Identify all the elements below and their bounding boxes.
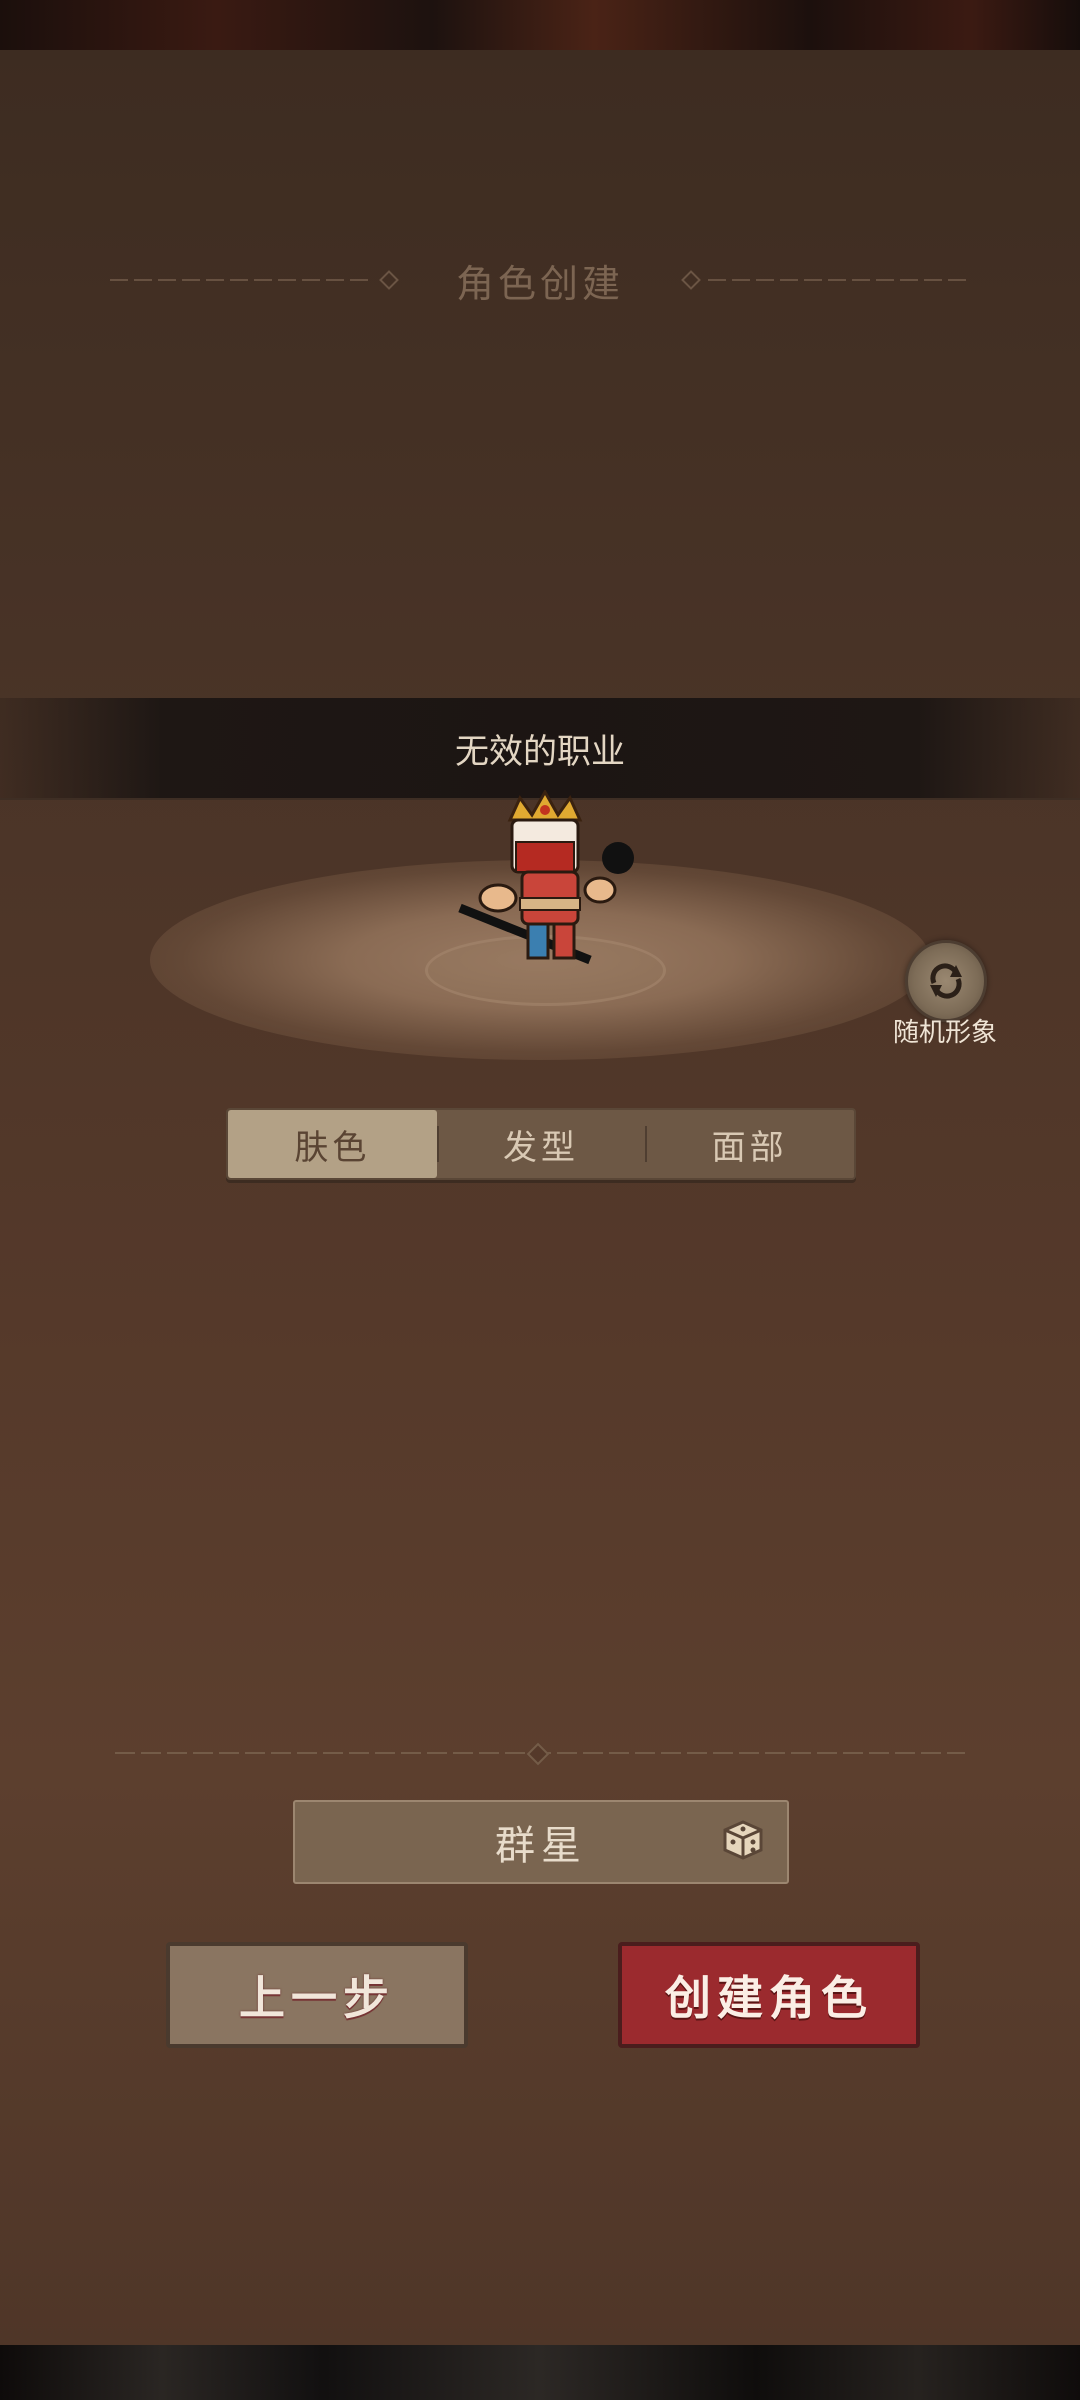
customization-tabs: 肤色 发型 面部 [226,1108,856,1180]
random-appearance-label: 随机形象 [892,1018,997,1048]
left-arm [478,883,518,913]
previous-step-button[interactable]: 上一步 [166,1942,468,2048]
title-row: 角色创建 [110,255,971,306]
title-line-right [708,279,971,281]
create-character-button[interactable]: 创建角色 [618,1942,920,2048]
tab-hairstyle[interactable]: 发型 [436,1110,646,1178]
belt [519,897,581,911]
name-value: 群星 [495,1823,587,1869]
crown-gem [540,805,550,815]
random-appearance-button[interactable] [905,940,987,1022]
face-mask [515,841,575,873]
right-leg [552,922,576,960]
name-field[interactable]: 群星 [293,1800,789,1884]
title-ornament-right [681,270,701,290]
title-ornament-left [379,270,399,290]
right-arm [583,876,617,904]
page-title: 角色创建 [456,261,625,306]
refresh-icon [930,963,962,999]
hair-bun [602,842,634,874]
tab-skin-color[interactable]: 肤色 [228,1110,437,1178]
class-name: 无效的职业 [455,731,625,772]
left-leg [526,922,550,960]
class-name-bar: 无效的职业 [0,698,1080,800]
top-background-strip [0,0,1080,50]
title-line-left [110,279,372,281]
character-preview[interactable] [440,790,650,990]
dice-icon[interactable] [719,1816,767,1864]
tab-face[interactable]: 面部 [645,1110,854,1178]
bottom-background-strip [0,2345,1080,2400]
